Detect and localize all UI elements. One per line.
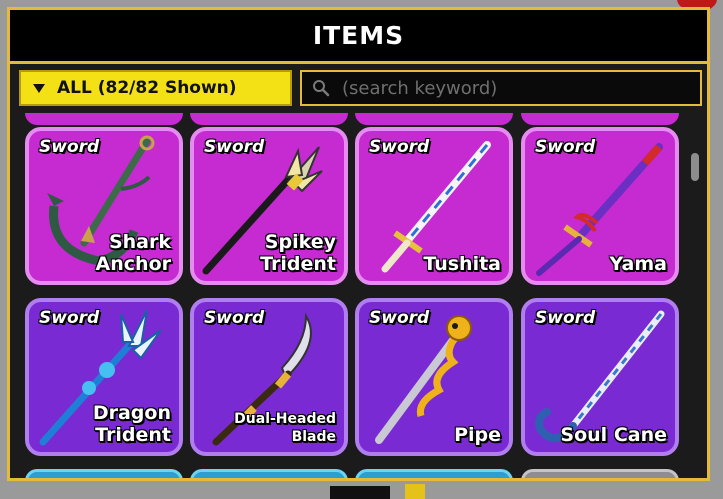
items-grid: Sword Shark Anchor Sword Spikey Trident … [19, 113, 685, 478]
item-type-label: Sword [39, 308, 100, 328]
scrollbar[interactable] [689, 113, 701, 478]
search-icon [313, 80, 330, 97]
item-name: Shark Anchor [95, 231, 171, 275]
filter-dropdown[interactable]: ALL (82/82 Shown) [19, 70, 292, 106]
item-name: Tushita [423, 253, 501, 275]
scrollbar-thumb[interactable] [691, 153, 699, 181]
item-card-dual-headed-blade[interactable]: Sword Dual-Headed Blade [190, 298, 348, 456]
window-title: ITEMS [312, 21, 405, 50]
item-card-yama[interactable]: Sword Yama [521, 127, 679, 285]
filter-label: ALL (82/82 Shown) [57, 78, 237, 98]
item-name: Spikey Trident [260, 231, 336, 275]
item-type-label: Sword [39, 137, 100, 157]
item-type-label: Sword [535, 308, 596, 328]
card-peek [521, 469, 679, 478]
item-type-label: Sword [535, 137, 596, 157]
card-peek [190, 113, 348, 125]
item-name: Dragon Trident [92, 402, 171, 446]
items-window: ITEMS ALL (82/82 Shown) Sword [7, 7, 710, 481]
card-peek [355, 469, 513, 478]
item-type-label: Sword [204, 308, 265, 328]
background-shape [330, 486, 390, 499]
search-input[interactable] [340, 76, 684, 100]
item-name: Soul Cane [560, 424, 667, 446]
item-type-label: Sword [204, 137, 265, 157]
item-type-label: Sword [369, 137, 430, 157]
card-peek [521, 113, 679, 125]
background-shape [405, 484, 425, 499]
card-peek [25, 113, 183, 125]
title-bar: ITEMS [10, 10, 707, 64]
item-card-tushita[interactable]: Sword Tushita [355, 127, 513, 285]
item-name: Yama [609, 253, 667, 275]
item-name: Dual-Headed Blade [234, 411, 336, 445]
item-name: Pipe [454, 424, 501, 446]
item-card-shark-anchor[interactable]: Sword Shark Anchor [25, 127, 183, 285]
card-peek [25, 469, 183, 478]
item-card-pipe[interactable]: Sword Pipe [355, 298, 513, 456]
item-type-label: Sword [369, 308, 430, 328]
card-peek [190, 469, 348, 478]
card-peek [355, 113, 513, 125]
item-card-spikey-trident[interactable]: Sword Spikey Trident [190, 127, 348, 285]
item-card-soul-cane[interactable]: Sword Soul Cane [521, 298, 679, 456]
search-box[interactable] [300, 70, 702, 106]
dropdown-arrow-icon [33, 83, 45, 93]
item-card-dragon-trident[interactable]: Sword Dragon Trident [25, 298, 183, 456]
